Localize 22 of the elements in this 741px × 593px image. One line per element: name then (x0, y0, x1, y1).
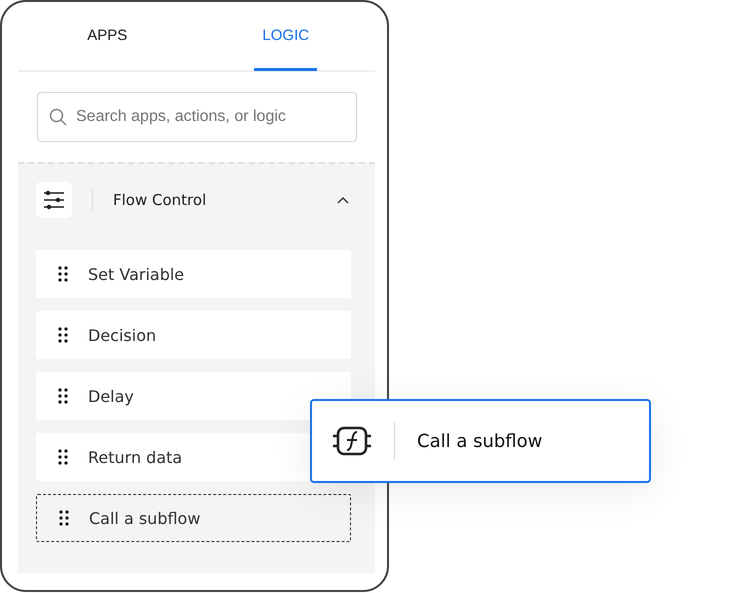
drag-handle-icon[interactable] (58, 388, 68, 404)
logic-item[interactable]: Delay (36, 372, 351, 420)
tab[interactable]: APPS (18, 2, 196, 70)
item-label: Delay (88, 386, 134, 406)
drag-handle-icon[interactable] (58, 449, 68, 465)
item-label: Return data (88, 448, 182, 466)
item-label: Decision (88, 326, 156, 344)
search-field[interactable]: Search apps, actions, or logic (37, 92, 357, 142)
drag-handle-icon[interactable] (58, 327, 68, 343)
section-title: Flow Control (113, 191, 208, 209)
logic-item[interactable]: Decision (36, 311, 351, 359)
drag-tooltip[interactable]: Call a subflow (310, 399, 651, 483)
drag-handle-icon[interactable] (58, 266, 68, 282)
logic-item[interactable]: Set Variable (36, 250, 351, 298)
chevron-up-icon[interactable] (337, 196, 349, 204)
tab[interactable]: LOGIC (196, 2, 375, 70)
function-icon (332, 425, 372, 457)
item-label: Set Variable (88, 264, 184, 284)
drag-handle-icon[interactable] (59, 510, 69, 526)
item-label: Call a subflow (89, 508, 200, 528)
card-label: Call a subflow (417, 430, 542, 452)
sliders-icon (36, 182, 72, 218)
